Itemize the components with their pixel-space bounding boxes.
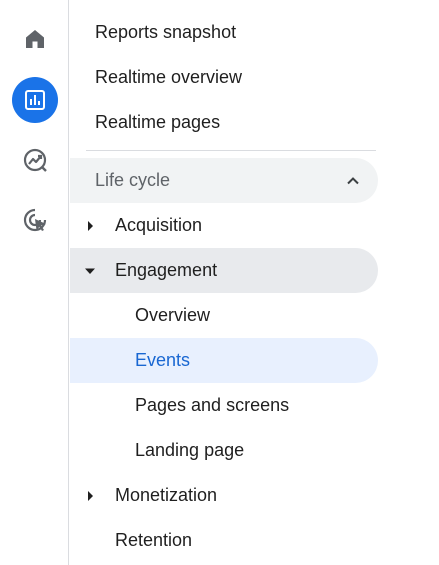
- nav-item-label: Realtime pages: [95, 112, 221, 132]
- advertising-button[interactable]: [12, 197, 58, 243]
- caret-right-icon: [84, 490, 96, 502]
- reports-button[interactable]: [12, 77, 58, 123]
- reports-navigation: Reports snapshot Realtime overview Realt…: [70, 0, 439, 565]
- nav-item-retention[interactable]: Retention: [70, 518, 378, 563]
- divider: [86, 150, 376, 151]
- nav-item-label: Realtime overview: [95, 67, 243, 87]
- chevron-up-icon: [344, 172, 362, 190]
- nav-item-realtime-overview[interactable]: Realtime overview: [95, 55, 242, 100]
- nav-item-label: Landing page: [135, 440, 245, 460]
- home-button[interactable]: [12, 16, 58, 62]
- advertising-target-cursor-icon: [23, 208, 47, 232]
- nav-item-engagement[interactable]: Engagement: [70, 248, 378, 293]
- nav-item-reports-snapshot[interactable]: Reports snapshot: [95, 10, 236, 55]
- group-header-label: Life cycle: [95, 170, 171, 190]
- nav-item-acquisition[interactable]: Acquisition: [70, 203, 378, 248]
- sub-item-events[interactable]: Events: [70, 338, 378, 383]
- sub-item-overview[interactable]: Overview: [70, 293, 378, 338]
- nav-item-label: Events: [135, 350, 191, 370]
- home-icon: [26, 30, 44, 48]
- nav-item-label: Retention: [115, 530, 193, 550]
- nav-item-monetization[interactable]: Monetization: [70, 473, 378, 518]
- explore-trend-icon: [23, 148, 47, 172]
- caret-right-icon: [84, 220, 96, 232]
- navigation-rail: [0, 0, 69, 565]
- nav-item-label: Pages and screens: [135, 395, 290, 415]
- sub-item-landing-page[interactable]: Landing page: [70, 428, 378, 473]
- reports-bar-chart-icon: [25, 90, 45, 110]
- explore-button[interactable]: [12, 137, 58, 183]
- nav-item-label: Reports snapshot: [95, 22, 237, 42]
- nav-item-label: Overview: [135, 305, 211, 325]
- sub-item-pages-and-screens[interactable]: Pages and screens: [70, 383, 378, 428]
- nav-item-realtime-pages[interactable]: Realtime pages: [95, 100, 220, 145]
- caret-down-icon: [84, 265, 96, 277]
- group-header-life-cycle[interactable]: Life cycle: [70, 158, 378, 203]
